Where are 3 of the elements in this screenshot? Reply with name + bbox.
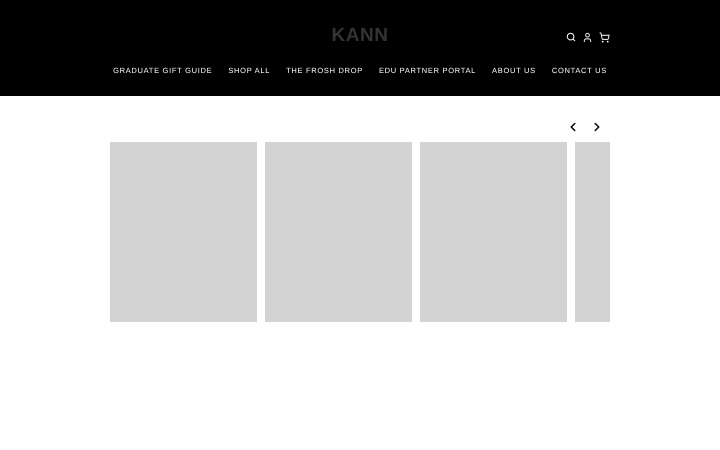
user-icon[interactable] bbox=[582, 32, 593, 42]
cart-icon[interactable] bbox=[599, 32, 610, 42]
search-icon[interactable] bbox=[566, 32, 576, 42]
